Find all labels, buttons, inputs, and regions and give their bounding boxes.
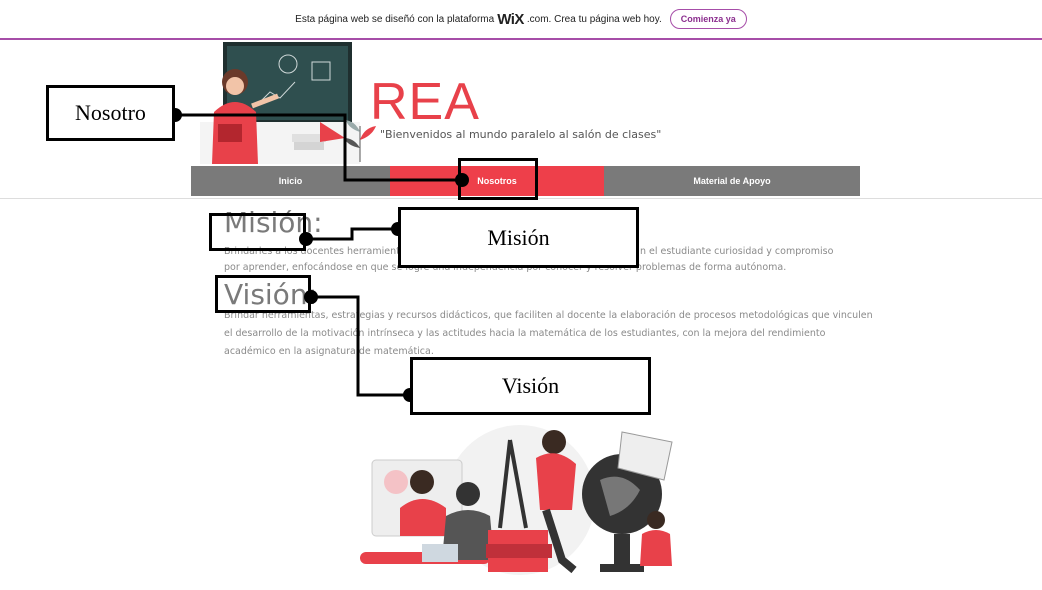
annotation-vision: Visión <box>410 357 651 415</box>
nosotros-highlight-box <box>458 158 538 200</box>
annotation-mision: Misión <box>398 207 639 268</box>
annotation-nosotro: Nosotro <box>46 85 175 141</box>
vision-highlight-box <box>215 275 311 313</box>
mision-highlight-box <box>209 213 306 251</box>
